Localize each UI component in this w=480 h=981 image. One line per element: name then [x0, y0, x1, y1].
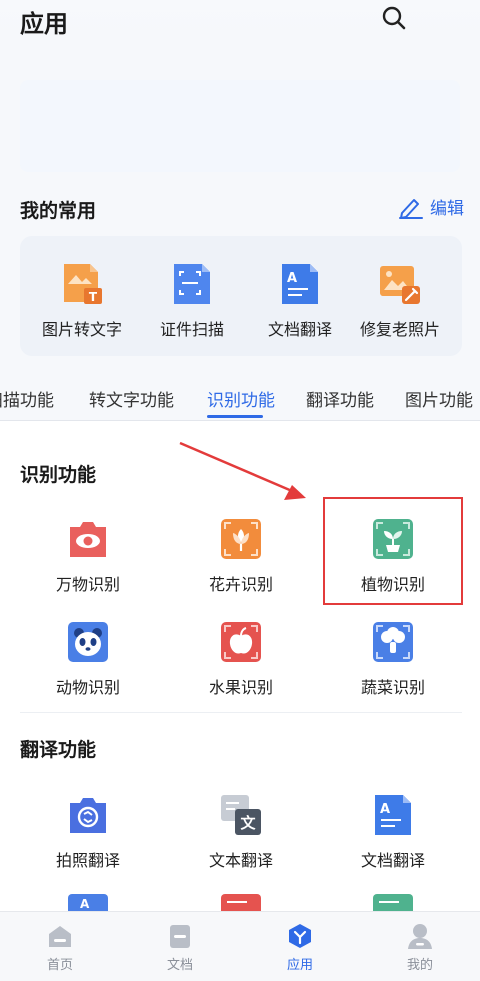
translation-title: 翻译功能: [20, 739, 97, 761]
apple-icon: [221, 622, 261, 662]
grid-item-document-translate[interactable]: A 文档翻译: [323, 793, 463, 871]
tab-to-text[interactable]: 转文字功能: [89, 386, 174, 411]
nav-item-apps[interactable]: 应用: [260, 922, 340, 973]
profile-icon: [408, 924, 432, 949]
grid-item-vegetable-recognition[interactable]: 蔬菜识别: [323, 620, 463, 698]
partial-row-icon: [373, 894, 413, 911]
page-title: 应用: [20, 10, 68, 38]
fav-item-image-to-text[interactable]: T 图片转文字: [27, 262, 137, 340]
partial-row-icon: [221, 894, 261, 911]
document-icon: [170, 925, 190, 948]
grid-item-camera-translate[interactable]: 拍照翻译: [18, 793, 158, 871]
grid-item-animal-recognition[interactable]: 动物识别: [18, 620, 158, 698]
document-translate-icon: A: [375, 795, 411, 835]
photo-repair-icon: [380, 266, 420, 304]
apps-icon: [289, 924, 311, 948]
search-icon: [382, 6, 406, 30]
nav-item-profile[interactable]: 我的: [380, 922, 460, 973]
highlight-box: [323, 497, 463, 605]
grid-item-object-recognition[interactable]: 万物识别: [18, 517, 158, 595]
tab-image[interactable]: 图片功能: [405, 386, 473, 411]
nav-item-documents[interactable]: 文档: [140, 922, 220, 973]
grid-item-text-translate[interactable]: 文 文本翻译: [171, 793, 311, 871]
svg-text:A: A: [80, 897, 90, 911]
svg-text:A: A: [380, 802, 390, 817]
svg-text:文: 文: [240, 814, 256, 832]
fav-item-label: 证件扫描: [159, 320, 224, 339]
id-scan-icon: [174, 264, 210, 304]
svg-text:A: A: [287, 271, 297, 286]
section-divider: [20, 712, 462, 713]
text-translate-icon: 文: [221, 795, 261, 835]
nav-item-home[interactable]: 首页: [20, 922, 100, 973]
grid-item-label: 万物识别: [55, 575, 120, 594]
flower-icon: [221, 519, 261, 559]
fav-item-label: 图片转文字: [41, 320, 122, 339]
grid-item-flower-recognition[interactable]: 花卉识别: [171, 517, 311, 595]
image-to-text-icon: T: [64, 264, 102, 304]
nav-label: 我的: [406, 958, 433, 973]
fav-item-document-translate[interactable]: A 文档翻译: [245, 262, 355, 340]
recognition-title: 识别功能: [20, 464, 97, 486]
banner[interactable]: [20, 80, 460, 172]
fav-item-label: 修复老照片: [359, 320, 440, 339]
grid-item-label: 蔬菜识别: [360, 678, 425, 697]
vegetable-icon: [373, 622, 413, 662]
edit-label: 编辑: [430, 199, 464, 219]
grid-item-label: 文档翻译: [360, 851, 425, 870]
fav-item-photo-repair[interactable]: 修复老照片: [345, 262, 455, 340]
eye-camera-icon: [70, 522, 106, 557]
camera-translate-icon: [70, 798, 106, 833]
favorites-card: T 图片转文字 证件扫描 A 文档翻译 修复老照片: [20, 236, 462, 356]
svg-text:T: T: [89, 290, 98, 304]
category-tabs: 扫描功能 转文字功能 识别功能 翻译功能 图片功能: [0, 372, 480, 420]
grid-item-label: 动物识别: [55, 678, 120, 697]
edit-button[interactable]: 编辑: [398, 194, 464, 219]
active-tab-indicator: [207, 415, 263, 418]
grid-item-label: 拍照翻译: [55, 851, 120, 870]
grid-item-label: 水果识别: [208, 678, 273, 697]
tab-scan[interactable]: 扫描功能: [0, 386, 54, 411]
fav-item-label: 文档翻译: [267, 320, 332, 339]
tab-recognition[interactable]: 识别功能: [207, 386, 275, 411]
partial-row-icon: A: [68, 894, 108, 911]
search-button[interactable]: [380, 4, 408, 32]
panda-icon: [68, 622, 108, 662]
grid-item-fruit-recognition[interactable]: 水果识别: [171, 620, 311, 698]
home-icon: [49, 926, 71, 947]
bottom-nav: 首页 文档 应用 我的: [0, 911, 480, 981]
pencil-icon: [399, 198, 423, 219]
favorites-title: 我的常用: [20, 200, 97, 222]
nav-label: 首页: [46, 958, 73, 973]
nav-label: 文档: [166, 958, 193, 973]
header: [0, 0, 480, 40]
document-translate-icon: A: [282, 264, 318, 304]
grid-item-label: 花卉识别: [208, 575, 273, 594]
grid-item-label: 文本翻译: [208, 851, 273, 870]
tab-translation[interactable]: 翻译功能: [306, 386, 374, 411]
nav-label: 应用: [286, 958, 313, 973]
fav-item-id-scan[interactable]: 证件扫描: [137, 262, 247, 340]
